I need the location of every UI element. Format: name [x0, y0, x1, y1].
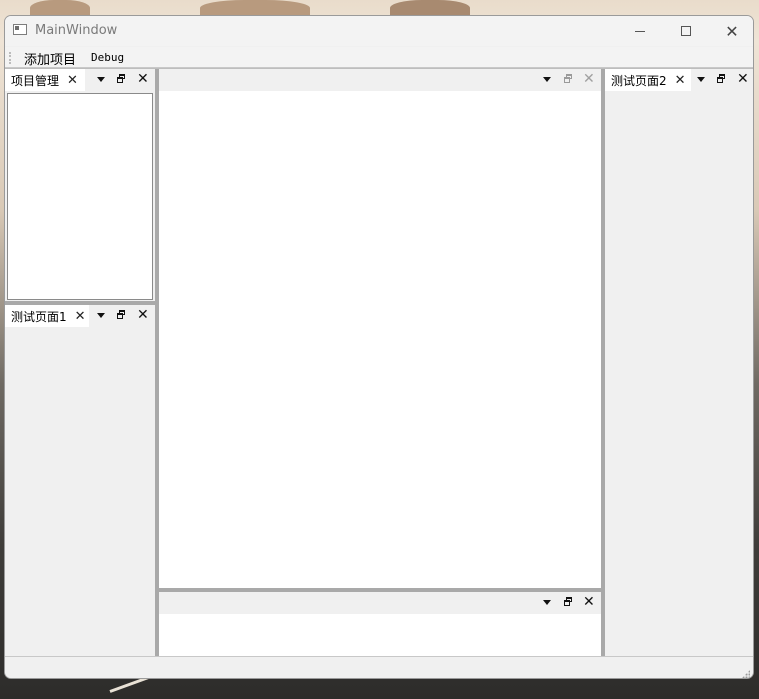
dock-test-page-1: 测试页面1 ✕ ✕ — [5, 305, 155, 656]
dropdown-icon[interactable] — [543, 77, 551, 82]
close-icon[interactable]: ✕ — [137, 71, 149, 87]
dock-bottom: ✕ — [159, 592, 601, 656]
float-icon[interactable] — [564, 597, 573, 606]
maximize-button[interactable] — [663, 16, 709, 46]
tab-test-page-2[interactable]: 测试页面2 ✕ — [605, 69, 691, 91]
dropdown-icon[interactable] — [697, 77, 705, 82]
status-bar — [5, 656, 753, 678]
float-icon[interactable] — [117, 74, 126, 83]
close-icon: ✕ — [583, 71, 595, 87]
tab-test-page-1[interactable]: 测试页面1 ✕ — [5, 305, 89, 327]
window-title: MainWindow — [35, 23, 118, 38]
app-icon — [13, 24, 27, 35]
float-icon — [564, 74, 573, 83]
bottom-content[interactable] — [159, 614, 601, 656]
dropdown-icon[interactable] — [97, 313, 105, 318]
tab-label: 项目管理 — [11, 73, 60, 88]
float-icon[interactable] — [717, 74, 726, 83]
project-tree[interactable] — [7, 93, 153, 300]
size-grip-icon[interactable] — [742, 670, 750, 678]
maximize-icon — [681, 26, 691, 36]
tab-close-icon[interactable]: ✕ — [675, 73, 686, 88]
tab-label: 测试页面2 — [611, 73, 667, 88]
dock-project-manager: 项目管理 ✕ ✕ — [5, 69, 155, 301]
tab-project-manager[interactable]: 项目管理 ✕ — [5, 69, 85, 91]
minimize-button[interactable] — [617, 16, 663, 46]
dock-title-bar: 测试页面2 ✕ ✕ — [605, 69, 753, 91]
center-content[interactable] — [159, 91, 601, 588]
dock-title-bar: ✕ — [159, 592, 601, 614]
tab-close-icon[interactable]: ✕ — [67, 73, 78, 88]
dock-center: ✕ — [159, 69, 601, 588]
close-icon: ✕ — [725, 21, 739, 41]
menu-debug[interactable]: Debug — [91, 51, 124, 64]
dock-title-bar: 项目管理 ✕ ✕ — [5, 69, 155, 91]
menu-add-project[interactable]: 添加项目 — [24, 49, 76, 68]
tab-close-icon[interactable]: ✕ — [75, 309, 86, 324]
close-window-button[interactable]: ✕ — [709, 16, 753, 46]
float-icon[interactable] — [117, 310, 126, 319]
main-window: MainWindow ✕ 添加项目 Debug 项目管理 ✕ ✕ 测试页面1 ✕… — [4, 15, 754, 679]
minimize-icon — [635, 30, 645, 32]
dock-test-page-2: 测试页面2 ✕ ✕ — [605, 69, 753, 656]
toolbar-grip-icon[interactable] — [9, 52, 13, 64]
dock-title-bar: 测试页面1 ✕ ✕ — [5, 305, 155, 327]
dock-title-bar: ✕ — [159, 69, 601, 91]
menu-bar: 添加项目 Debug — [5, 47, 753, 68]
close-icon[interactable]: ✕ — [737, 71, 749, 87]
close-icon[interactable]: ✕ — [583, 594, 595, 610]
close-icon[interactable]: ✕ — [137, 307, 149, 323]
title-bar: MainWindow ✕ — [5, 16, 753, 46]
tab-label: 测试页面1 — [11, 309, 67, 324]
dropdown-icon[interactable] — [97, 77, 105, 82]
dropdown-icon[interactable] — [543, 600, 551, 605]
